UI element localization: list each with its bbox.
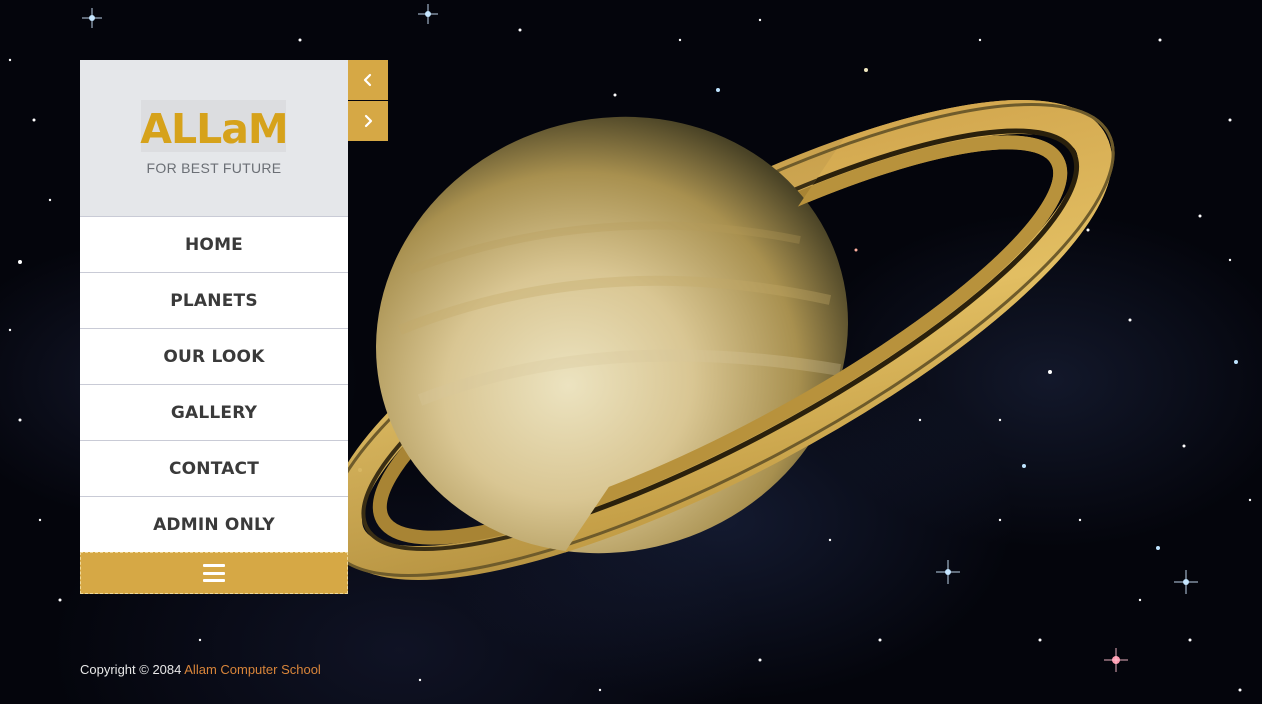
- nav-item-home[interactable]: HOME: [80, 216, 348, 272]
- tagline: FOR BEST FUTURE: [146, 160, 282, 176]
- nav-item-admin-only[interactable]: ADMIN ONLY: [80, 496, 348, 552]
- nav-item-gallery[interactable]: GALLERY: [80, 384, 348, 440]
- footer-link[interactable]: Allam Computer School: [184, 662, 321, 677]
- logo[interactable]: ALLaM: [80, 104, 348, 154]
- page: ALLaM FOR BEST FUTURE HOME PLANETS OUR L…: [0, 0, 1262, 704]
- slider-prev-button[interactable]: [348, 60, 388, 100]
- nav-item-planets[interactable]: PLANETS: [80, 272, 348, 328]
- chevron-left-icon: [363, 73, 372, 87]
- nav-item-our-look[interactable]: OUR LOOK: [80, 328, 348, 384]
- footer: Copyright © 2084 Allam Computer School: [80, 662, 321, 677]
- brand-header: ALLaM FOR BEST FUTURE: [80, 60, 348, 216]
- slider-next-button[interactable]: [348, 101, 388, 141]
- chevron-right-icon: [364, 114, 373, 128]
- copyright-text: Copyright © 2084: [80, 662, 182, 677]
- hamburger-menu-icon: [203, 564, 225, 582]
- menu-toggle-button[interactable]: [80, 552, 348, 594]
- main-nav: HOME PLANETS OUR LOOK GALLERY CONTACT AD…: [80, 216, 348, 552]
- nav-item-contact[interactable]: CONTACT: [80, 440, 348, 496]
- sidebar: ALLaM FOR BEST FUTURE HOME PLANETS OUR L…: [80, 60, 348, 594]
